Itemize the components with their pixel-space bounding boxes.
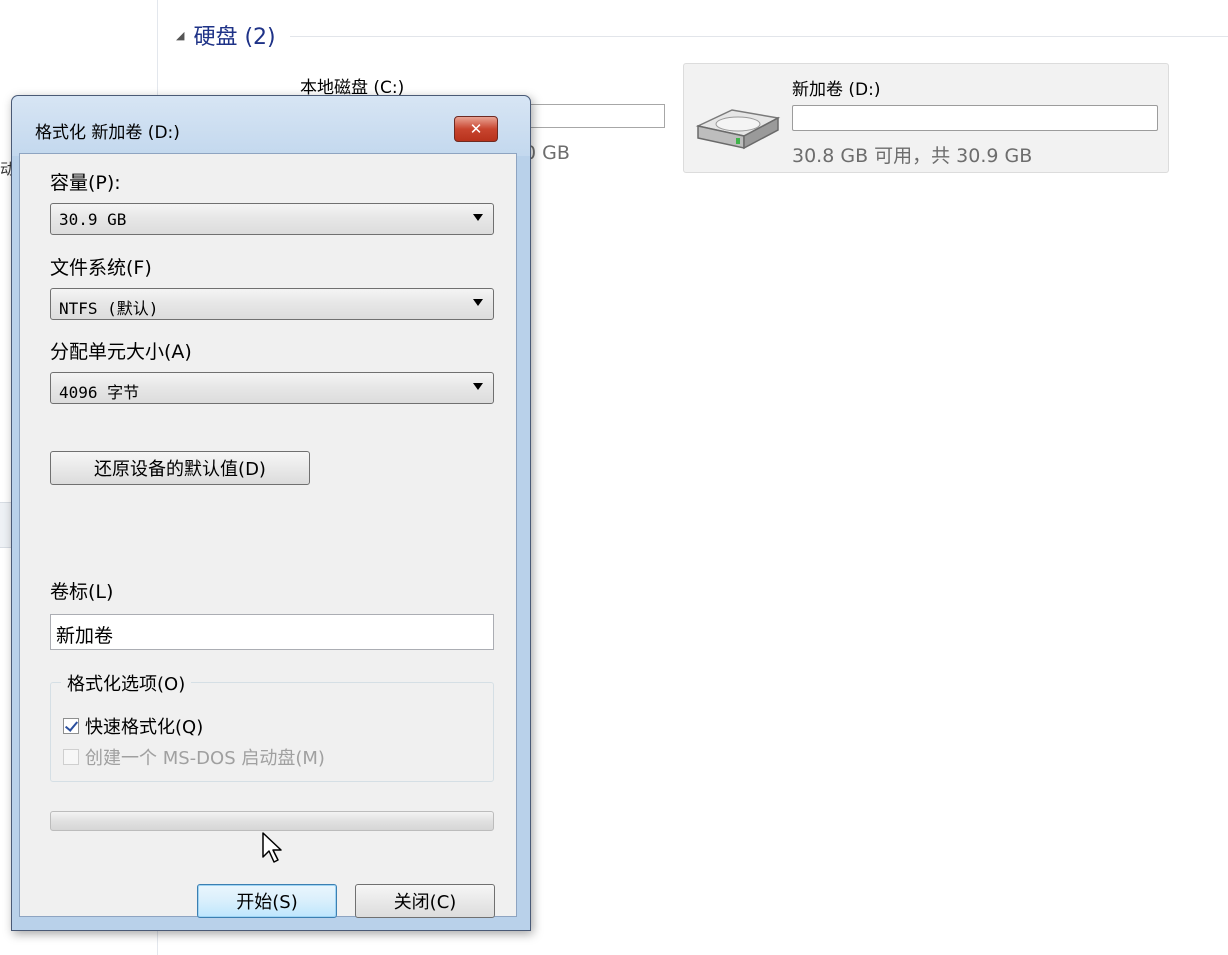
group-title: 硬盘 (2) (193, 25, 276, 50)
collapse-arrow-icon[interactable]: ◢ (176, 29, 184, 42)
msdos-boot-label: 创建一个 MS-DOS 启动盘(M) (85, 748, 325, 769)
hard-disk-group-header[interactable]: ◢ 硬盘 (2) (176, 18, 1228, 52)
format-dialog: 格式化 新加卷 (D:) ✕ 容量(P): 30.9 GB 文件系统(F) NT… (11, 95, 531, 931)
quick-format-label: 快速格式化(Q) (85, 717, 204, 738)
msdos-boot-checkbox (63, 749, 79, 765)
format-options-group: 格式化选项(O) 快速格式化(Q) 创建一个 MS-DOS 启动盘(M) (50, 670, 494, 782)
capacity-select[interactable]: 30.9 GB (50, 203, 494, 235)
chevron-down-icon (473, 299, 483, 306)
start-button[interactable]: 开始(S) (197, 884, 337, 918)
group-divider (289, 35, 1228, 37)
format-progress-bar (50, 811, 494, 831)
drive-d-size: 30.8 GB 可用，共 30.9 GB (792, 145, 1033, 167)
dialog-title: 格式化 新加卷 (D:) (35, 123, 180, 143)
chevron-down-icon (473, 214, 483, 221)
allocation-label: 分配单元大小(A) (50, 341, 192, 363)
drive-c-usage-bar (520, 104, 665, 128)
capacity-label: 容量(P): (50, 172, 121, 194)
capacity-value: 30.9 GB (59, 210, 127, 229)
volume-label-input[interactable]: 新加卷 (50, 614, 494, 650)
drive-d-usage-bar (792, 105, 1158, 131)
format-options-title: 格式化选项(O) (61, 670, 192, 696)
restore-defaults-button[interactable]: 还原设备的默认值(D) (50, 451, 310, 485)
mouse-pointer-icon (262, 832, 282, 863)
quick-format-option[interactable]: 快速格式化(Q) (63, 713, 203, 739)
msdos-boot-option: 创建一个 MS-DOS 启动盘(M) (63, 744, 325, 770)
hard-drive-icon (695, 109, 781, 150)
close-icon[interactable]: ✕ (454, 116, 498, 142)
chevron-down-icon (473, 383, 483, 390)
drive-d-tile[interactable]: 新加卷 (D:) 30.8 GB 可用，共 30.9 GB (683, 63, 1169, 173)
allocation-value: 4096 字节 (59, 383, 140, 402)
volume-label-value: 新加卷 (56, 625, 114, 647)
filesystem-label: 文件系统(F) (50, 257, 152, 279)
quick-format-checkbox[interactable] (63, 718, 79, 734)
drive-d-name: 新加卷 (D:) (792, 80, 881, 100)
close-button[interactable]: 关闭(C) (355, 884, 495, 918)
filesystem-select[interactable]: NTFS (默认) (50, 288, 494, 320)
dialog-body: 容量(P): 30.9 GB 文件系统(F) NTFS (默认) 分配单元大小(… (19, 153, 517, 918)
filesystem-value: NTFS (默认) (59, 299, 159, 318)
volume-label-label: 卷标(L) (50, 581, 114, 603)
allocation-select[interactable]: 4096 字节 (50, 372, 494, 404)
